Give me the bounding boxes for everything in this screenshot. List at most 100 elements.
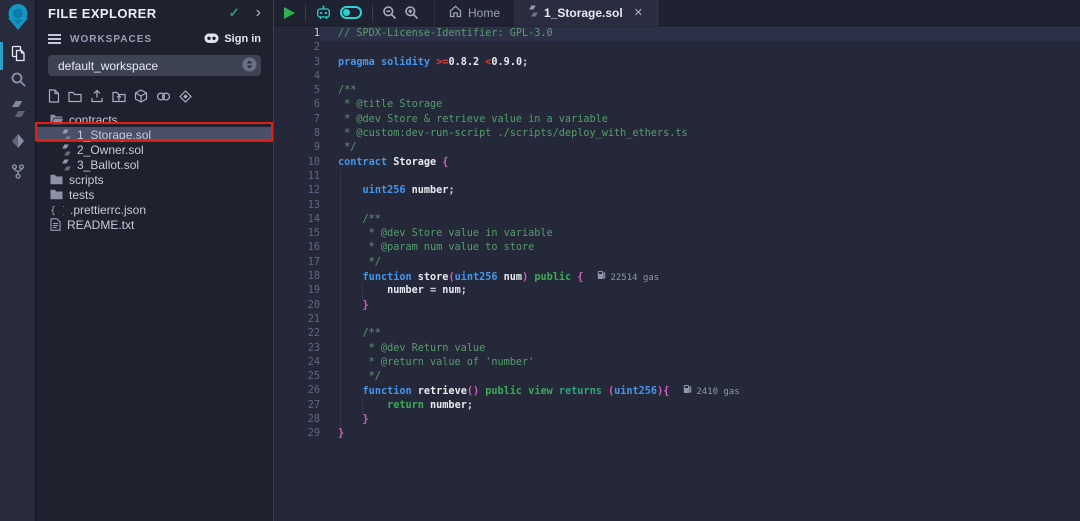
- line-number: 7: [274, 113, 320, 127]
- upload-file-icon[interactable]: [90, 89, 104, 103]
- line-number: 2: [274, 41, 320, 55]
- editor-area: Home 1_Storage.sol✕ 1// SPDX-License-Iden…: [273, 0, 1080, 521]
- accept-check-icon[interactable]: ✓: [229, 5, 240, 21]
- github-icon: [204, 31, 219, 47]
- tree-item-prettierrc-json[interactable]: { }.prettierrc.json: [36, 202, 273, 217]
- remix-ide-app: FILE EXPLORER ✓ › WORKSPACES Sign in def…: [0, 0, 1080, 521]
- gas-estimate-badge: 22514 gas: [597, 270, 659, 285]
- upload-folder-icon[interactable]: [112, 90, 126, 103]
- code-line[interactable]: 14 /**: [274, 213, 1080, 227]
- code-text: [320, 70, 1080, 84]
- code-text: function retrieve() public view returns …: [320, 384, 1080, 398]
- tab-1-storage-sol[interactable]: 1_Storage.sol✕: [515, 0, 658, 26]
- sidebar-item-deploy-run[interactable]: [0, 133, 36, 154]
- sidebar-item-git[interactable]: [0, 163, 36, 185]
- sidebar-item-search[interactable]: [0, 71, 36, 93]
- editor-topbar: Home 1_Storage.sol✕: [274, 0, 1080, 26]
- tree-item-3-ballot-sol[interactable]: 3_Ballot.sol: [36, 157, 273, 172]
- panel-title: FILE EXPLORER: [48, 6, 229, 21]
- sidebar-item-file-explorer[interactable]: [0, 45, 36, 67]
- tree-item-label: tests: [69, 188, 94, 202]
- code-line[interactable]: 25 */: [274, 370, 1080, 384]
- folder-open-icon: [50, 114, 63, 125]
- zoom-out-button[interactable]: [382, 5, 397, 20]
- toolbar-divider: [305, 5, 306, 21]
- workspaces-menu-icon[interactable]: [48, 32, 61, 46]
- git-icon: [10, 163, 26, 185]
- zoom-in-button[interactable]: [404, 5, 419, 20]
- code-text: * @title Storage: [320, 98, 1080, 112]
- code-line[interactable]: 15 * @dev Store value in variable: [274, 227, 1080, 241]
- code-line[interactable]: 6 * @title Storage: [274, 98, 1080, 112]
- code-line[interactable]: 22 /**: [274, 327, 1080, 341]
- tree-item-contracts[interactable]: contracts: [36, 112, 273, 127]
- code-line[interactable]: 2: [274, 41, 1080, 55]
- code-text: /**: [320, 213, 1080, 227]
- new-folder-icon[interactable]: [68, 90, 82, 103]
- fuel-pump-icon: [683, 384, 692, 399]
- code-text: * @dev Return value: [320, 342, 1080, 356]
- tree-item-label: README.txt: [67, 218, 134, 232]
- folder-closed-icon: [50, 189, 63, 200]
- code-text: number = num;: [320, 284, 1080, 298]
- code-line[interactable]: 21: [274, 313, 1080, 327]
- code-text: * @dev Store value in variable: [320, 227, 1080, 241]
- code-text: return number;: [320, 399, 1080, 413]
- ipfs-cube-icon[interactable]: [134, 89, 148, 103]
- sign-in-label: Sign in: [224, 33, 261, 45]
- gist-icon[interactable]: [179, 90, 192, 103]
- code-text: [320, 313, 1080, 327]
- tree-item-readme-txt[interactable]: README.txt: [36, 217, 273, 232]
- code-line[interactable]: 19 number = num;: [274, 284, 1080, 298]
- copilot-toggle[interactable]: [340, 6, 362, 19]
- code-line[interactable]: 20 }: [274, 299, 1080, 313]
- code-line[interactable]: 13: [274, 199, 1080, 213]
- code-line[interactable]: 26 function retrieve() public view retur…: [274, 384, 1080, 398]
- tree-item-tests[interactable]: tests: [36, 187, 273, 202]
- code-line[interactable]: 29}: [274, 427, 1080, 441]
- close-tab-icon[interactable]: ✕: [634, 6, 643, 19]
- line-number: 24: [274, 356, 320, 370]
- new-file-icon[interactable]: [48, 89, 60, 103]
- expand-chevron-icon[interactable]: ›: [256, 7, 261, 19]
- toolbar-divider: [372, 5, 373, 21]
- sidebar-item-solidity-compiler[interactable]: [0, 100, 36, 123]
- code-editor[interactable]: 1// SPDX-License-Identifier: GPL-3.023pr…: [274, 26, 1080, 521]
- sign-in-button[interactable]: Sign in: [204, 31, 261, 47]
- workspace-stepper-icon[interactable]: [242, 57, 257, 75]
- code-line[interactable]: 28 }: [274, 413, 1080, 427]
- link-icon[interactable]: [156, 90, 171, 103]
- code-line[interactable]: 17 */: [274, 256, 1080, 270]
- code-line[interactable]: 24 * @return value of 'number': [274, 356, 1080, 370]
- code-line[interactable]: 27 return number;: [274, 399, 1080, 413]
- code-line[interactable]: 7 * @dev Store & retrieve value in a var…: [274, 113, 1080, 127]
- line-number: 20: [274, 299, 320, 313]
- code-line[interactable]: 5/**: [274, 84, 1080, 98]
- code-line[interactable]: 9 */: [274, 141, 1080, 155]
- copilot-robot-icon[interactable]: [315, 5, 332, 21]
- code-text: /**: [320, 327, 1080, 341]
- code-line[interactable]: 1// SPDX-License-Identifier: GPL-3.0: [274, 27, 1080, 41]
- code-line[interactable]: 23 * @dev Return value: [274, 342, 1080, 356]
- line-number: 8: [274, 127, 320, 141]
- line-number: 12: [274, 184, 320, 198]
- code-line[interactable]: 18 function store(uint256 num) public {2…: [274, 270, 1080, 284]
- code-line[interactable]: 8 * @custom:dev-run-script ./scripts/dep…: [274, 127, 1080, 141]
- line-number: 3: [274, 56, 320, 70]
- tree-item-label: 2_Owner.sol: [77, 143, 144, 157]
- code-line[interactable]: 12 uint256 number;: [274, 184, 1080, 198]
- tab-home[interactable]: Home: [434, 0, 515, 26]
- tree-item-label: contracts: [69, 113, 118, 127]
- tab-label: Home: [468, 6, 500, 20]
- code-line[interactable]: 11: [274, 170, 1080, 184]
- code-line[interactable]: 4: [274, 70, 1080, 84]
- run-script-button[interactable]: [284, 7, 295, 19]
- code-line[interactable]: 3pragma solidity >=0.8.2 <0.9.0;: [274, 56, 1080, 70]
- tree-item-1-storage-sol[interactable]: 1_Storage.sol: [36, 127, 273, 142]
- workspace-select[interactable]: default_workspace: [48, 55, 261, 76]
- tree-item-scripts[interactable]: scripts: [36, 172, 273, 187]
- code-line[interactable]: 16 * @param num value to store: [274, 241, 1080, 255]
- tree-item-2-owner-sol[interactable]: 2_Owner.sol: [36, 142, 273, 157]
- code-text: * @dev Store & retrieve value in a varia…: [320, 113, 1080, 127]
- code-line[interactable]: 10contract Storage {: [274, 156, 1080, 170]
